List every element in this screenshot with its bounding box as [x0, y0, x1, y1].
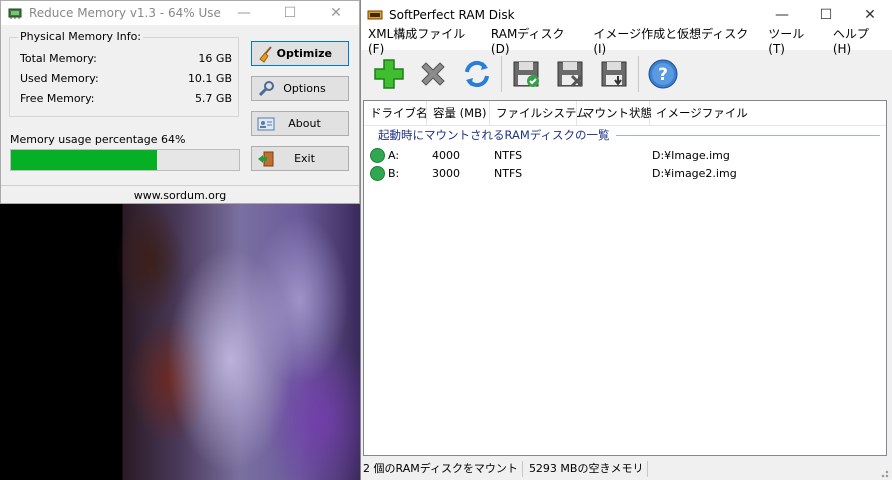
table-row[interactable]: A: 4000 NTFS D:¥Image.img	[364, 147, 886, 165]
load-disk-icon[interactable]	[592, 52, 636, 96]
size-cell: 4000	[432, 149, 460, 162]
reduce-memory-titlebar[interactable]: Reduce Memory v1.3 - 64% Used — ☐ ✕	[1, 1, 359, 25]
resize-grip[interactable]	[879, 468, 889, 478]
minimize-button[interactable]: —	[760, 3, 804, 27]
column-filesystem[interactable]: ファイルシステム	[490, 101, 588, 125]
free-memory-row: Free Memory: 5.7 GB	[20, 92, 232, 105]
ramdisk-list[interactable]: ドライブ名 容量 (MB) ファイルシステム マウント状態 イメージファイル 起…	[363, 100, 887, 456]
maximize-button[interactable]: ☐	[804, 3, 848, 27]
total-memory-label: Total Memory:	[20, 52, 97, 65]
used-memory-label: Used Memory:	[20, 72, 99, 85]
menu-tools[interactable]: ツール(T)	[761, 25, 826, 56]
menu-ramdisk[interactable]: RAMディスク(D)	[484, 25, 586, 56]
free-memory-label: Free Memory:	[20, 92, 95, 105]
ramdisk-app-icon	[367, 7, 383, 23]
list-group-header: 起動時にマウントされるRAMディスクの一覧	[368, 126, 884, 144]
used-memory-value: 10.1 GB	[187, 72, 232, 85]
column-drive[interactable]: ドライブ名	[364, 101, 428, 125]
ramdisk-window: SoftPerfect RAM Disk — ☐ ✕ XML構成ファイル(F) …	[360, 0, 892, 480]
memory-chip-icon	[7, 5, 23, 21]
menu-image-virtual-disk[interactable]: イメージ作成と仮想ディスク(I)	[586, 25, 761, 56]
toolbar: ?	[361, 50, 892, 98]
svg-text:?: ?	[658, 65, 668, 85]
exit-label: Exit	[294, 152, 315, 165]
column-image-file[interactable]: イメージファイル	[650, 101, 756, 125]
toolbar-separator	[501, 56, 502, 92]
ramdisk-title: SoftPerfect RAM Disk	[389, 8, 515, 22]
list-header: ドライブ名 容量 (MB) ファイルシステム マウント状態 イメージファイル	[364, 101, 886, 126]
options-button[interactable]: Options	[251, 76, 349, 101]
fs-cell: NTFS	[494, 149, 523, 162]
delete-disk-icon[interactable]	[548, 52, 592, 96]
column-mount-status[interactable]: マウント状態	[577, 101, 652, 125]
group-divider	[615, 134, 880, 136]
memory-usage-progress	[10, 149, 240, 171]
toolbar-separator	[638, 56, 639, 92]
group-title: Physical Memory Info:	[18, 30, 143, 43]
usage-percentage-label: Memory usage percentage 64%	[10, 133, 186, 146]
free-memory-value: 5.7 GB	[194, 92, 232, 105]
broom-icon	[255, 44, 277, 64]
close-button[interactable]: ✕	[848, 3, 892, 27]
id-card-icon	[255, 114, 277, 134]
refresh-icon[interactable]	[455, 52, 499, 96]
drive-cell: B:	[388, 167, 400, 180]
save-disk-icon[interactable]	[504, 52, 548, 96]
total-memory-value: 16 GB	[198, 52, 232, 65]
drive-cell: A:	[388, 149, 400, 162]
total-memory-row: Total Memory: 16 GB	[20, 52, 232, 65]
reduce-memory-window: Reduce Memory v1.3 - 64% Used — ☐ ✕ Phys…	[0, 0, 360, 204]
status-bar: 2 個のRAMディスクをマウント 5293 MBの空きメモリ	[361, 458, 891, 480]
mounted-count-status: 2 個のRAMディスクをマウント	[361, 461, 523, 477]
table-row[interactable]: B: 3000 NTFS D:¥image2.img	[364, 165, 886, 183]
maximize-button[interactable]: ☐	[267, 1, 313, 25]
menu-help[interactable]: ヘルプ(H)	[826, 25, 892, 56]
size-cell: 3000	[432, 167, 460, 180]
image-cell: D:¥image2.img	[652, 167, 737, 180]
optimize-button[interactable]: Optimize	[251, 41, 349, 66]
add-icon[interactable]	[367, 52, 411, 96]
exit-door-icon	[255, 149, 277, 169]
progress-fill	[11, 150, 157, 170]
menu-xml-config[interactable]: XML構成ファイル(F)	[361, 25, 484, 56]
optimize-label: Optimize	[276, 47, 332, 60]
remove-icon[interactable]	[411, 52, 455, 96]
minimize-button[interactable]: —	[221, 1, 267, 25]
options-label: Options	[283, 82, 326, 95]
help-icon[interactable]: ?	[641, 52, 685, 96]
about-label: About	[288, 117, 321, 130]
physical-memory-group: Physical Memory Info: Total Memory: 16 G…	[9, 30, 239, 117]
column-size[interactable]: 容量 (MB)	[427, 101, 490, 125]
free-memory-status: 5293 MBの空きメモリ	[523, 461, 649, 477]
close-button[interactable]: ✕	[313, 1, 359, 25]
group-label: 起動時にマウントされるRAMディスクの一覧	[378, 128, 610, 142]
used-memory-row: Used Memory: 10.1 GB	[20, 72, 232, 85]
about-button[interactable]: About	[251, 111, 349, 136]
fs-cell: NTFS	[494, 167, 523, 180]
checkmark-icon	[370, 166, 385, 181]
wrench-icon	[255, 79, 277, 99]
checkmark-icon	[370, 148, 385, 163]
reduce-memory-title: Reduce Memory v1.3 - 64% Used	[29, 6, 221, 20]
sordum-link[interactable]: www.sordum.org	[1, 185, 359, 205]
image-cell: D:¥Image.img	[652, 149, 730, 162]
menu-bar: XML構成ファイル(F) RAMディスク(D) イメージ作成と仮想ディスク(I)…	[361, 27, 892, 56]
exit-button[interactable]: Exit	[251, 146, 349, 171]
